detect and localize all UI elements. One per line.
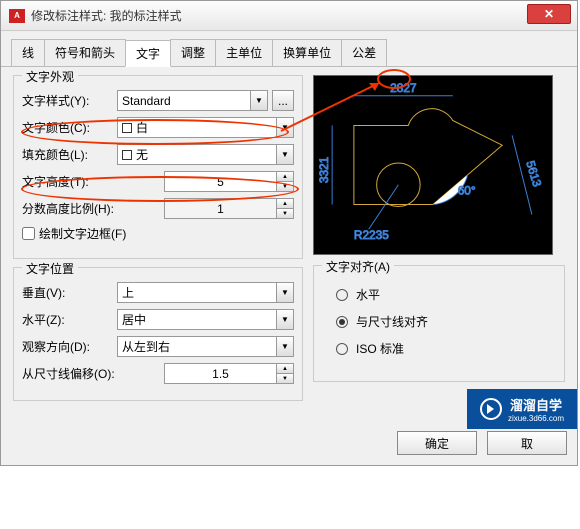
style-label: 文字样式(Y): — [22, 92, 117, 109]
viewdir-combo[interactable]: 从左到右▼ — [117, 336, 294, 357]
height-label: 文字高度(T): — [22, 173, 117, 190]
fill-label: 填充颜色(L): — [22, 146, 117, 163]
horizontal-combo[interactable]: 居中▼ — [117, 309, 294, 330]
position-group: 文字位置 垂直(V): 上▼ 水平(Z): 居中▼ 观察方向(D): 从左到右▼… — [13, 267, 303, 401]
preview-pane: 2827 3321 5613 60° R2235 — [313, 75, 553, 255]
color-combo[interactable]: 白▼ — [117, 117, 294, 138]
color-label: 文字颜色(C): — [22, 119, 117, 136]
tab-bar: 线 符号和箭头 文字 调整 主单位 换算单位 公差 — [1, 31, 577, 67]
vertical-label: 垂直(V): — [22, 284, 117, 301]
height-input[interactable]: 5▲▼ — [164, 171, 294, 192]
align-group: 文字对齐(A) 水平 与尺寸线对齐 ISO 标准 — [313, 265, 565, 382]
tab-text[interactable]: 文字 — [125, 40, 171, 67]
tab-primary[interactable]: 主单位 — [215, 39, 273, 66]
cancel-button[interactable]: 取 — [487, 431, 567, 455]
align-with-dimline[interactable]: 与尺寸线对齐 — [336, 313, 556, 330]
tab-fit[interactable]: 调整 — [170, 39, 216, 66]
watermark: 溜溜自学 zixue.3d66.com — [467, 389, 577, 429]
svg-text:2827: 2827 — [390, 81, 416, 95]
offset-label: 从尺寸线偏移(O): — [22, 365, 132, 382]
preview-drawing: 2827 3321 5613 60° R2235 — [314, 76, 552, 254]
tab-symbols[interactable]: 符号和箭头 — [44, 39, 126, 66]
position-title: 文字位置 — [22, 260, 78, 277]
style-combo[interactable]: Standard▼ — [117, 90, 268, 111]
appearance-title: 文字外观 — [22, 68, 78, 85]
vertical-combo[interactable]: 上▼ — [117, 282, 294, 303]
tab-tolerance[interactable]: 公差 — [341, 39, 387, 66]
app-icon: A — [9, 9, 25, 23]
fraction-input[interactable]: 1▲▼ — [164, 198, 294, 219]
ok-button[interactable]: 确定 — [397, 431, 477, 455]
window-title: 修改标注样式: 我的标注样式 — [31, 7, 182, 24]
svg-text:R2235: R2235 — [354, 228, 389, 242]
svg-text:3321: 3321 — [317, 156, 331, 183]
horizontal-label: 水平(Z): — [22, 311, 117, 328]
align-horizontal[interactable]: 水平 — [336, 286, 556, 303]
svg-text:5613: 5613 — [523, 159, 544, 189]
svg-text:60°: 60° — [458, 184, 476, 198]
align-title: 文字对齐(A) — [322, 258, 394, 275]
style-more-button[interactable]: ... — [272, 90, 294, 111]
appearance-group: 文字外观 文字样式(Y): Standard▼ ... 文字颜色(C): 白▼ … — [13, 75, 303, 259]
align-iso[interactable]: ISO 标准 — [336, 340, 556, 357]
frame-checkbox[interactable] — [22, 227, 35, 240]
close-button[interactable]: ✕ — [527, 4, 571, 24]
tab-alternate[interactable]: 换算单位 — [272, 39, 342, 66]
frame-label: 绘制文字边框(F) — [39, 225, 126, 242]
fill-combo[interactable]: 无▼ — [117, 144, 294, 165]
viewdir-label: 观察方向(D): — [22, 338, 117, 355]
titlebar: A 修改标注样式: 我的标注样式 ✕ — [1, 1, 577, 31]
offset-input[interactable]: 1.5▲▼ — [164, 363, 294, 384]
tab-line[interactable]: 线 — [11, 39, 45, 66]
fraction-label: 分数高度比例(H): — [22, 200, 132, 217]
play-icon — [480, 398, 502, 420]
